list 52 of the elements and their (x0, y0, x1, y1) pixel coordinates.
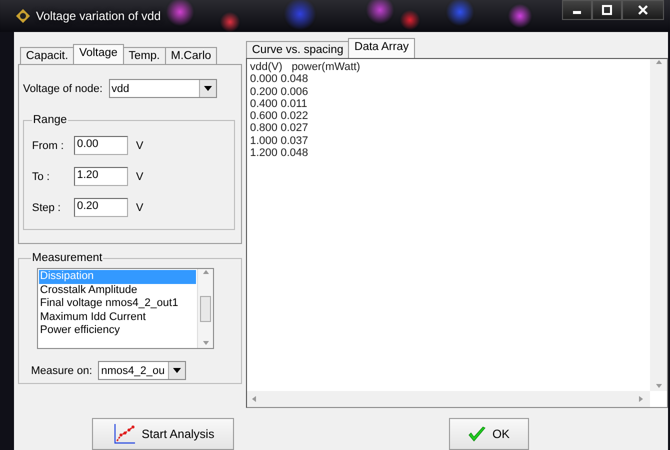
window-title: Voltage variation of vdd (36, 9, 161, 23)
unit-label: V (136, 140, 144, 152)
tab[interactable]: Capacit. (20, 47, 74, 64)
scroll-left-icon[interactable] (251, 395, 259, 403)
list-item[interactable]: Maximum Idd Current (39, 310, 196, 324)
minimize-button[interactable] (562, 0, 592, 20)
start-analysis-button[interactable]: Start Analysis (92, 418, 234, 450)
list-item[interactable]: Power efficiency (39, 324, 196, 338)
node-dropdown[interactable]: vdd (108, 79, 217, 98)
maximize-button[interactable] (592, 0, 622, 20)
input-field[interactable]: 1.20 (74, 167, 128, 186)
tab[interactable]: Temp. (122, 47, 166, 64)
data-line: 0.600 0.022 (250, 110, 310, 122)
close-icon (638, 5, 648, 15)
unit-label: V (136, 170, 144, 182)
measure-dropdown[interactable]: nmos4_2_ou (98, 361, 186, 380)
maximize-icon (602, 5, 612, 15)
scroll-up-icon[interactable] (654, 59, 662, 67)
checkmark-icon (468, 426, 486, 442)
unit-label: V (136, 202, 144, 214)
scroll-thumb[interactable] (200, 296, 211, 322)
data-line: 0.400 0.011 (250, 98, 308, 110)
data-line: 1.000 0.037 (250, 134, 310, 148)
input-field[interactable]: 0.00 (74, 136, 128, 155)
field-label: Voltage of node: (23, 82, 103, 94)
input-field[interactable]: 0.20 (74, 198, 128, 217)
data-text-area[interactable]: vdd(V) power(mWatt) 0.000 0.048 0.200 0.006 0.400 0.011 0.600 0.022 0.800 0.027 1.000 0.037 1.200 0.048 (246, 58, 668, 408)
dropdown-icon (173, 368, 182, 373)
field-label: From : (32, 140, 65, 152)
list-item[interactable]: Final voltage nmos4_2_out1 (39, 297, 196, 310)
data-line: 0.000 0.048 (250, 73, 310, 86)
scroll-up-icon[interactable] (202, 269, 210, 277)
group-title: Measurement (31, 252, 104, 264)
field-label: Measure on: (31, 364, 92, 376)
field-label: Step : (32, 202, 62, 214)
field-label: To : (32, 170, 51, 182)
data-line: 1.200 0.048 (250, 147, 310, 160)
list-item[interactable]: Crosstalk Amplitude (39, 284, 196, 297)
tab[interactable]: Curve vs. spacing (246, 41, 350, 58)
ok-button[interactable]: OK (449, 418, 529, 450)
close-button[interactable] (622, 0, 664, 20)
tab[interactable]: M.Carlo (164, 47, 218, 64)
group-title: Range (32, 114, 68, 126)
chart-icon (112, 423, 136, 445)
tab[interactable]: Voltage (73, 44, 124, 64)
measurement-list[interactable]: Dissipation Crosstalk Amplitude Final voltage nmos4_2_out1 Maximum Idd Current Power efficiency (37, 268, 214, 349)
dropdown-icon (204, 86, 212, 91)
tab[interactable]: Data Array (348, 38, 415, 58)
data-line: 0.200 0.006 (250, 86, 310, 98)
data-line: vdd(V) power(mWatt) (250, 61, 362, 74)
data-line: 0.800 0.027 (250, 122, 310, 135)
app-icon (16, 9, 30, 23)
